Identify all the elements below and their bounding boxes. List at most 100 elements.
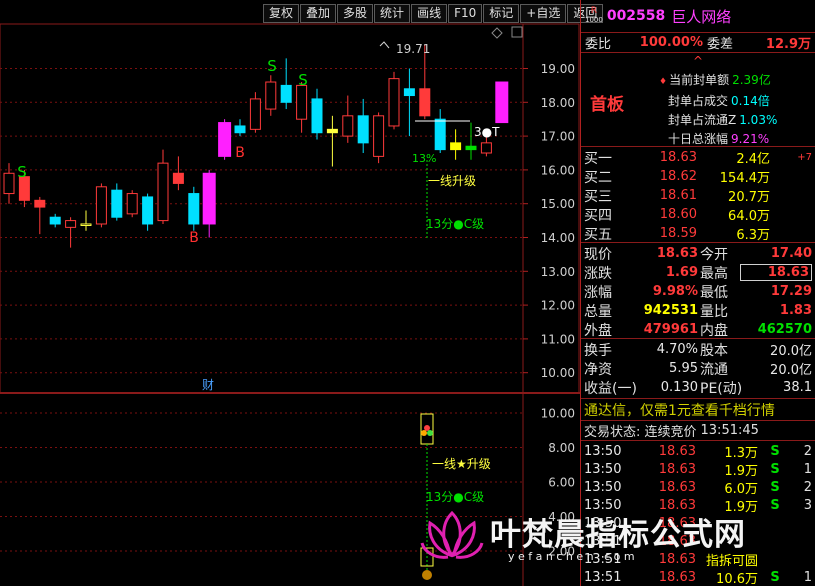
diamond-toggle-icon[interactable] xyxy=(491,27,503,39)
candle-body xyxy=(357,115,369,144)
tick-row[interactable]: 13:51 18.63 10.6万 S 1 xyxy=(581,568,815,586)
candle[interactable] xyxy=(280,58,292,110)
signal-line-label: 一线升级 xyxy=(428,174,476,188)
tick-volume: 6.0万 xyxy=(724,481,758,497)
candle[interactable] xyxy=(234,119,246,137)
chart-settings-icon[interactable] xyxy=(511,26,523,38)
limit-row-value: 2.39亿 xyxy=(732,73,771,87)
bid-row[interactable]: 买一 18.63 2.4亿 +7 xyxy=(581,148,815,167)
candle[interactable] xyxy=(495,81,509,124)
tick-list[interactable]: 13:50 18.63 1.3万 S 2 13:50 18.63 1.9万 S 1 13:50 18.… xyxy=(581,440,815,586)
quote-panel: R 1000 002558 巨人网络 委比 100.00% 委差 12.9万 ^… xyxy=(580,0,815,586)
toolbar: 复权 叠加 多股 统计 画线 F10 标记 +自选 返回 xyxy=(263,4,604,23)
tick-row[interactable]: 13:50 18.63 xyxy=(581,514,815,532)
sub-bottom-dot xyxy=(422,570,432,580)
candle[interactable] xyxy=(357,98,369,153)
candle[interactable] xyxy=(157,149,169,224)
candle[interactable] xyxy=(49,213,61,228)
candle[interactable] xyxy=(80,210,92,231)
tick-price: 18.63 xyxy=(658,461,696,477)
candle[interactable] xyxy=(95,183,107,228)
candle[interactable] xyxy=(249,92,261,133)
candle[interactable] xyxy=(142,193,154,231)
fundamental-value: 20.0亿 xyxy=(770,363,812,378)
quote-value: 18.63 xyxy=(656,246,698,261)
candle[interactable] xyxy=(373,112,385,164)
sub-dot xyxy=(421,430,427,436)
candle[interactable] xyxy=(202,169,216,238)
quote-value: 942531 xyxy=(643,303,698,318)
bid-row[interactable]: 买五 18.59 6.3万 xyxy=(581,224,815,243)
quote-value: 462570 xyxy=(757,322,812,337)
tick-row[interactable]: 13:50 18.63 1.9万 S 1 xyxy=(581,460,815,479)
toolbar-button[interactable]: 画线 xyxy=(411,4,448,23)
candle[interactable] xyxy=(172,156,184,191)
candle[interactable] xyxy=(34,196,46,235)
weibi-value: 100.00% xyxy=(639,35,703,50)
promo-banner[interactable]: 通达信，仅需1元查看千档行情 xyxy=(581,398,815,420)
tick-row[interactable]: 13:50 18.63 1.3万 S 2 xyxy=(581,442,815,461)
candle[interactable] xyxy=(111,183,123,221)
kline-chart[interactable]: 19.00 18.00 17.00 16.00 15.00 14.00 13.00 12.00… xyxy=(0,0,580,586)
bid-row[interactable]: 买三 18.61 20.7万 xyxy=(581,186,815,205)
tick-count: 3 xyxy=(803,497,812,513)
tick-count: 1 xyxy=(803,569,812,585)
toolbar-button[interactable]: 统计 xyxy=(374,4,411,23)
candle-body xyxy=(450,142,462,151)
tick-row[interactable]: 13:51 18.63 xyxy=(581,532,815,550)
toolbar-button[interactable]: 多股 xyxy=(337,4,374,23)
quote-row: 涨幅 9.98% 最低 17.29 xyxy=(581,282,815,301)
fundamental-value: 5.95 xyxy=(669,361,698,376)
tick-price: 18.63 xyxy=(658,515,696,531)
fundamental-row: 收益(一) 0.130 PE(动) 38.1 xyxy=(581,378,815,397)
bid-volume: 20.7万 xyxy=(728,190,770,205)
candle-body xyxy=(218,122,232,157)
candle[interactable] xyxy=(265,75,277,116)
toolbar-button[interactable]: F10 xyxy=(448,4,483,23)
y-tick-label: 16.00 xyxy=(541,163,575,177)
quote-row: 涨跌 1.69 最高 18.63 xyxy=(581,263,815,282)
candle[interactable] xyxy=(65,217,77,248)
quote-value: 17.40 xyxy=(770,246,812,261)
candle[interactable] xyxy=(480,136,492,157)
candle[interactable] xyxy=(126,190,138,218)
y-tick-label: 14.00 xyxy=(541,231,575,245)
toolbar-button[interactable]: +自选 xyxy=(520,4,567,23)
trade-status-time: 13:51:45 xyxy=(700,423,759,438)
s-marker: S xyxy=(298,71,308,89)
toolbar-button[interactable]: 叠加 xyxy=(300,4,337,23)
tick-row[interactable]: 13:51 18.63 指拆可圆 xyxy=(581,550,815,569)
fundamental-value: 4.70% xyxy=(656,342,698,357)
bid-row[interactable]: 买二 18.62 154.4万 xyxy=(581,167,815,186)
fundamental-label: 换手 xyxy=(584,342,612,359)
tick-side: S xyxy=(770,569,780,585)
candle[interactable] xyxy=(188,186,200,231)
bid-price: 18.62 xyxy=(659,169,697,184)
limit-row-label: 当前封单额 xyxy=(669,73,730,87)
toolbar-button[interactable]: 标记 xyxy=(483,4,520,23)
candle[interactable] xyxy=(450,129,462,160)
candle[interactable] xyxy=(3,163,15,204)
tick-price: 18.63 xyxy=(658,533,696,549)
toolbar-button[interactable]: 复权 xyxy=(263,4,300,23)
tick-row[interactable]: 13:50 18.63 1.9万 S 3 xyxy=(581,496,815,515)
candle[interactable] xyxy=(388,71,400,130)
candle[interactable] xyxy=(218,119,232,160)
candle[interactable] xyxy=(311,88,323,140)
candle-body xyxy=(495,81,509,124)
bid-label: 买二 xyxy=(584,169,612,186)
candle-body xyxy=(172,172,184,184)
candle-body xyxy=(419,88,431,117)
up-arrow-icon: ^ xyxy=(693,54,704,68)
candle[interactable] xyxy=(326,115,338,167)
kline-chart-area[interactable]: 19.00 18.00 17.00 16.00 15.00 14.00 13.00 12.00… xyxy=(0,0,604,586)
finance-badge: 财 xyxy=(202,378,214,392)
candle[interactable] xyxy=(296,82,308,133)
bid-row[interactable]: 买四 18.60 64.0万 xyxy=(581,205,815,224)
tick-time: 13:51 xyxy=(584,533,622,549)
fundamental-label: 净资 xyxy=(584,361,612,378)
y-tick-label: 17.00 xyxy=(541,130,575,144)
candle[interactable] xyxy=(434,109,446,153)
limit-row: ♦ 当前封单额 2.39亿 xyxy=(659,71,777,92)
tick-row[interactable]: 13:50 18.63 6.0万 S 2 xyxy=(581,478,815,497)
